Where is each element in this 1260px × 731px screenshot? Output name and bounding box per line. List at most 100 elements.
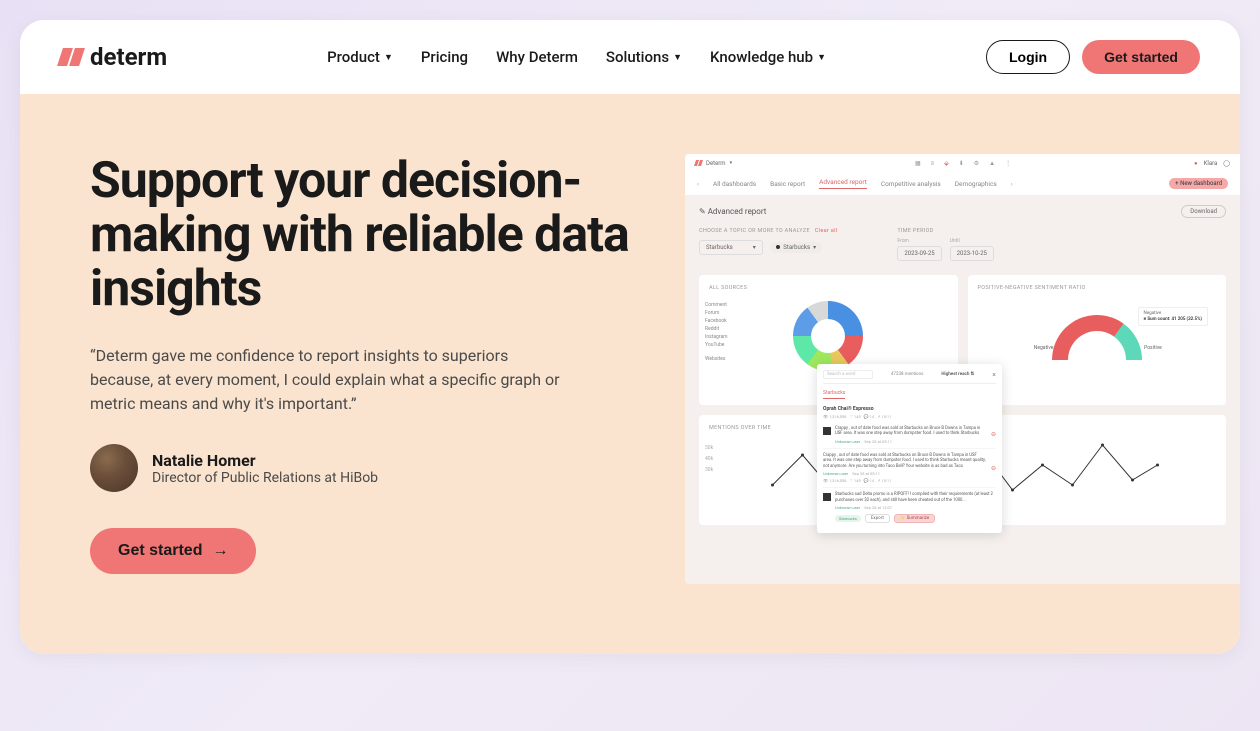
get-started-button[interactable]: Get started — [1082, 40, 1200, 74]
author-role: Director of Public Relations at HiBob — [152, 470, 378, 486]
popup-sort[interactable]: Highest reach ⇅ — [941, 372, 974, 377]
popup-item: Crappy , out of date food was sold at St… — [823, 449, 996, 488]
grid-icon: ▦ — [915, 160, 921, 167]
dashboard-brand: Determ — [706, 160, 726, 167]
export-button[interactable]: Export — [865, 514, 890, 523]
list-icon: ≡ — [931, 160, 935, 167]
popup-count: 47238 mentions — [891, 372, 924, 377]
sentiment-title: POSITIVE-NEGATIVE SENTIMENT RATIO — [978, 285, 1217, 291]
tab-basic[interactable]: Basic report — [770, 180, 805, 188]
dashboard-preview: Determ ▾ ▦ ≡ ⬙ ⬇ ⚙ ▲ ⋮ ● Klara — [685, 154, 1240, 584]
delete-icon[interactable]: ⊖ — [991, 465, 996, 472]
arrow-right-icon: → — [212, 542, 228, 560]
dashboard-topbar: Determ ▾ ▦ ≡ ⬙ ⬇ ⚙ ▲ ⋮ ● Klara — [685, 154, 1240, 172]
popup-text: Crappy , out of date food was sold at St… — [823, 453, 987, 469]
source-icon — [823, 427, 831, 435]
tab-competitive[interactable]: Competitive analysis — [881, 180, 941, 188]
nav-pricing[interactable]: Pricing — [421, 48, 468, 66]
hero-quote: “Determ gave me confidence to report ins… — [90, 344, 570, 416]
logo-icon — [695, 160, 702, 166]
toolbar-icons: ▦ ≡ ⬙ ⬇ ⚙ ▲ ⋮ — [915, 160, 1011, 167]
negative-label: Negative — [1034, 345, 1054, 351]
source-forum: Forum — [705, 309, 728, 317]
source-comment: Comment — [705, 301, 728, 309]
menu-icon: ⋮ — [1005, 160, 1011, 167]
nav-product[interactable]: Product ▼ — [327, 48, 393, 66]
popup-user: Unknown user — [835, 505, 860, 510]
topic-label: CHOOSE A TOPIC OR MORE TO ANALYZE — [699, 228, 810, 234]
source-reddit: Reddit — [705, 325, 728, 333]
chevron-down-icon: ▼ — [384, 52, 393, 63]
y-50k: 50k — [705, 443, 713, 454]
nav-knowledge-label: Knowledge hub — [710, 48, 813, 66]
popup-search[interactable]: Search a word — [823, 370, 873, 379]
chevron-down-icon: ▾ — [730, 160, 733, 166]
nav-product-label: Product — [327, 48, 380, 66]
y-30k: 30k — [705, 465, 713, 476]
close-icon[interactable]: × — [992, 371, 996, 379]
avatar — [90, 444, 138, 492]
tool-icon: ⚙ — [974, 160, 979, 167]
download-button[interactable]: Download — [1181, 205, 1226, 218]
popup-date: Sep 28 at 12:07 — [864, 505, 892, 510]
tab-all[interactable]: All dashboards — [713, 180, 756, 188]
popup-text: Crappy , out of date food was sold at St… — [835, 426, 987, 437]
hero-title: Support your decision-making with reliab… — [90, 154, 645, 316]
source-instagram: Instagram — [705, 333, 728, 341]
tab-demographics[interactable]: Demographics — [955, 180, 997, 188]
nav-solutions[interactable]: Solutions ▼ — [606, 48, 682, 66]
date-to[interactable]: 2023-10-25 — [950, 246, 994, 261]
main-nav: Product ▼ Pricing Why Determ Solutions ▼… — [327, 48, 826, 66]
popup-item: Crappy , out of date food was sold at St… — [823, 422, 996, 449]
topic-chip[interactable]: Starbucks▾ — [770, 242, 822, 253]
popup-date: Sep 28 at 05:11 — [864, 439, 892, 444]
dashboard-user: Klara — [1204, 160, 1218, 167]
popup-stats: 👁 1,316,558 ♡ 145 💬 14 ↗ 10:11 — [823, 414, 996, 419]
forward-icon: › — [1011, 180, 1013, 188]
source-icon — [823, 493, 831, 501]
popup-item: Starbucks sad Delta promo is a RIPOFF! I… — [823, 488, 996, 527]
y-40k: 40k — [705, 454, 713, 465]
sources-title: ALL SOURCES — [709, 285, 948, 291]
sentiment-chart: POSITIVE-NEGATIVE SENTIMENT RATIO Negati… — [968, 275, 1227, 405]
login-button[interactable]: Login — [986, 40, 1070, 74]
nav-solutions-label: Solutions — [606, 48, 669, 66]
from-label: From — [897, 238, 941, 244]
hero-cta-button[interactable]: Get started → — [90, 528, 256, 574]
nav-why[interactable]: Why Determ — [496, 48, 578, 66]
mentions-popup: Search a word 47238 mentions Highest rea… — [817, 364, 1002, 533]
period-label: TIME PERIOD — [897, 228, 994, 234]
popup-tag: Starbucks — [835, 515, 861, 522]
notification-icon: ● — [1194, 160, 1198, 167]
back-icon: ‹ — [697, 180, 699, 188]
popup-tab[interactable]: Starbucks — [823, 388, 845, 399]
sentiment-arc — [1052, 315, 1142, 360]
nav-knowledge[interactable]: Knowledge hub ▼ — [710, 48, 826, 66]
hero-section: Support your decision-making with reliab… — [20, 94, 1240, 654]
topic-select[interactable]: Starbucks▾ — [699, 240, 763, 255]
delete-icon[interactable]: ⊖ — [991, 431, 996, 438]
hero-content: Support your decision-making with reliab… — [90, 154, 645, 594]
hero-cta-label: Get started — [118, 542, 202, 560]
positive-label: Positive — [1144, 345, 1162, 351]
user-icon: ◯ — [1223, 160, 1230, 167]
popup-user: Unknown user — [823, 471, 848, 476]
popup-date: Sep 28 at 05:11 — [852, 471, 880, 476]
date-from[interactable]: 2023-09-25 — [897, 246, 941, 261]
source-websites: Websites — [705, 355, 728, 363]
report-title: ✎ Advanced report — [699, 207, 766, 216]
new-dashboard-button[interactable]: + New dashboard — [1169, 178, 1228, 189]
summarize-button[interactable]: ✨ Summarize — [894, 514, 935, 523]
logo[interactable]: determ — [60, 43, 167, 71]
tab-advanced[interactable]: Advanced report — [819, 178, 867, 189]
clear-all[interactable]: Clear all — [815, 228, 837, 234]
dashboard-tabs: ‹ All dashboards Basic report Advanced r… — [685, 172, 1240, 195]
brand-name: determ — [90, 43, 167, 71]
to-label: Until — [950, 238, 994, 244]
source-youtube: YouTube — [705, 341, 728, 349]
chevron-down-icon: ▼ — [673, 52, 682, 63]
popup-text: Starbucks sad Delta promo is a RIPOFF! I… — [835, 492, 996, 503]
header-actions: Login Get started — [986, 40, 1200, 74]
donut-chart — [793, 301, 863, 371]
chevron-down-icon: ▼ — [817, 52, 826, 63]
